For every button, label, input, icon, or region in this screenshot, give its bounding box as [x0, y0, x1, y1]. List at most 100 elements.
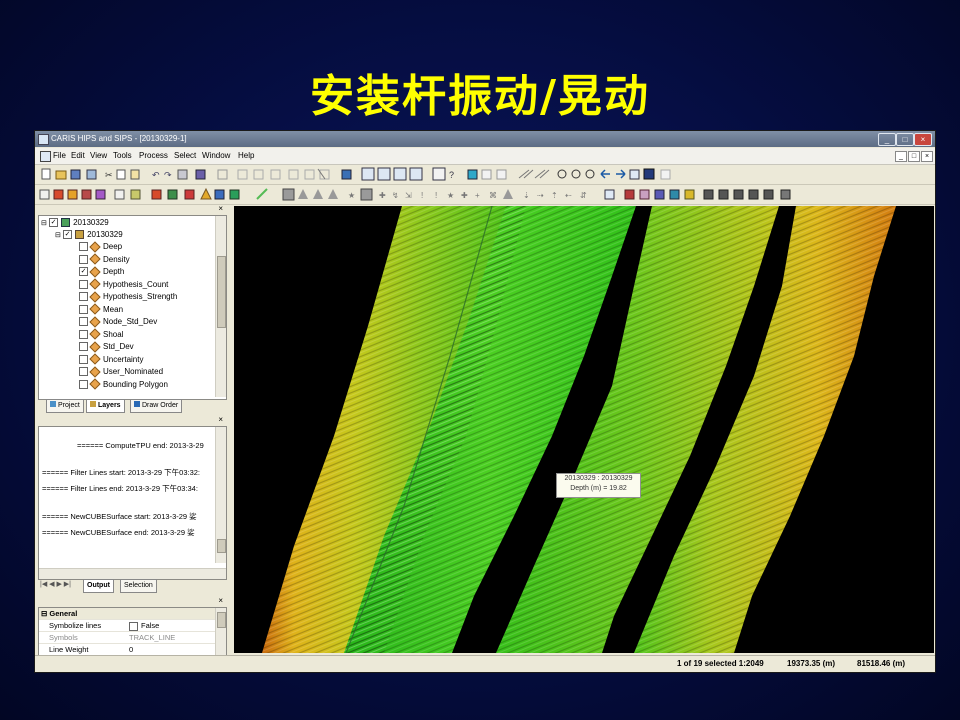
layer-item[interactable]: Mean — [79, 303, 124, 316]
svg-text:⇡: ⇡ — [551, 191, 558, 200]
layer-checkbox[interactable] — [79, 354, 88, 364]
maximize-button[interactable]: □ — [896, 133, 914, 146]
menu-tools[interactable]: Tools — [113, 151, 132, 160]
layer-label: Std_Dev — [103, 342, 134, 351]
layer-checkbox[interactable] — [79, 279, 88, 289]
output-line: ====== Filter Lines end: 2013-3-29 下午03:… — [42, 484, 198, 493]
layer-checkbox[interactable]: ✓ — [79, 267, 88, 277]
close-button[interactable]: × — [914, 133, 932, 146]
layers-tab-bar: Project Layers Draw Order — [38, 399, 225, 413]
layer-item[interactable]: Density — [79, 253, 130, 266]
svg-text:⇲: ⇲ — [405, 191, 412, 200]
slide-title: 安装杆振动/晃动 — [309, 71, 651, 122]
property-symbols: Symbols TRACK_LINE — [39, 632, 220, 644]
tab-selection[interactable]: Selection — [120, 579, 157, 593]
document-icon[interactable] — [40, 151, 51, 162]
svg-text:⇣: ⇣ — [523, 191, 530, 200]
layer-icon — [89, 253, 101, 266]
layer-item[interactable]: Node_Std_Dev — [79, 316, 157, 328]
output-scrollbar[interactable] — [215, 427, 226, 563]
menu-edit[interactable]: Edit — [71, 151, 85, 160]
processing-toolbar: ★ ✚ ↯ ⇲ ! ! ★ ✚ + ⌘ ⇣ ⇢ ⇡ ⇠ ⇵ — [35, 185, 935, 205]
minimize-button[interactable]: _ — [878, 133, 896, 146]
properties-panel-close-icon[interactable]: × — [218, 596, 223, 605]
svg-text:⇵: ⇵ — [580, 191, 587, 200]
layer-item[interactable]: Deep — [79, 241, 122, 253]
property-symbolize-lines[interactable]: Symbolize lines False — [39, 620, 220, 632]
layers-scroll-thumb[interactable] — [217, 256, 226, 328]
layers-panel: ⊟ ✓ 20130329 ⊟ ✓ 20130329 Deep Density ✓ Dept… — [38, 215, 227, 400]
layer-item[interactable]: Uncertainty — [79, 353, 143, 366]
menu-select[interactable]: Select — [174, 151, 196, 160]
layer-icon — [89, 291, 101, 303]
layer-checkbox[interactable] — [79, 292, 88, 302]
layer-item[interactable]: User_Nominated — [79, 366, 163, 378]
output-panel-close-icon[interactable]: × — [218, 415, 223, 424]
layer-label: Mean — [103, 304, 124, 314]
output-line: ====== Filter Lines start: 2013-3-29 下午0… — [42, 468, 201, 477]
layer-icon — [89, 378, 101, 391]
mdi-minimize-button[interactable]: _ — [895, 151, 907, 162]
svg-text:+: + — [475, 191, 480, 200]
layer-item[interactable]: Hypothesis_Strength — [79, 291, 177, 303]
tab-scroll-arrows[interactable]: |◀ ◀ ▶ ▶| — [40, 580, 71, 588]
properties-scrollbar[interactable] — [215, 608, 226, 655]
processing-toolbar-icons[interactable]: ★ ✚ ↯ ⇲ ! ! ★ ✚ + ⌘ ⇣ ⇢ ⇡ ⇠ ⇵ — [35, 185, 935, 204]
menu-file[interactable]: File — [53, 151, 66, 160]
layer-checkbox[interactable] — [79, 317, 88, 327]
layer-checkbox[interactable] — [79, 379, 88, 389]
tab-output[interactable]: Output — [83, 579, 114, 593]
layer-checkbox[interactable] — [79, 242, 88, 252]
output-line: ====== ComputeTPU end: 2013-3-29 — [77, 441, 204, 450]
svg-text:✂: ✂ — [105, 170, 113, 180]
layer-label: User_Nominated — [103, 367, 164, 376]
layer-checkbox[interactable] — [79, 304, 88, 314]
tree-root[interactable]: ⊟ ✓ 20130329 — [41, 217, 109, 229]
layer-item[interactable]: ✓ Depth — [79, 266, 124, 278]
standard-toolbar: ✂ ↶ ↷ ? — [35, 165, 935, 185]
svg-text:↯: ↯ — [392, 191, 399, 200]
mdi-restore-button[interactable]: □ — [908, 151, 920, 162]
output-line: ====== NewCUBESurface end: 2013-3-29 娑 — [42, 528, 195, 537]
status-selection: 1 of 19 selected 1:2049 — [677, 659, 764, 668]
layer-icon — [89, 303, 101, 316]
properties-section-general[interactable]: ⊟ General — [39, 608, 220, 620]
menu-view[interactable]: View — [90, 151, 107, 160]
layer-checkbox[interactable] — [79, 367, 88, 377]
menu-process[interactable]: Process — [139, 151, 168, 160]
layer-checkbox[interactable] — [79, 329, 88, 339]
tree-surface-group[interactable]: ⊟ ✓ 20130329 — [55, 229, 123, 241]
layer-icon — [89, 341, 101, 353]
layer-icon — [89, 366, 101, 378]
layer-item[interactable]: Std_Dev — [79, 341, 134, 353]
status-x-coordinate: 19373.35 (m) — [787, 659, 836, 668]
svg-text:✚: ✚ — [461, 191, 468, 200]
layer-checkbox[interactable] — [79, 342, 88, 352]
tab-project[interactable]: Project — [46, 399, 84, 413]
map-view[interactable]: 20130329 : 20130329 Depth (m) = 19.82 — [234, 206, 934, 653]
menu-help[interactable]: Help — [238, 151, 254, 160]
layer-item[interactable]: Hypothesis_Count — [79, 278, 168, 291]
standard-toolbar-icons[interactable]: ✂ ↶ ↷ ? — [35, 165, 935, 184]
layer-label: Depth — [103, 267, 125, 276]
output-scroll-thumb[interactable] — [217, 539, 226, 553]
layer-icon — [89, 353, 101, 366]
seabed-surface[interactable] — [234, 206, 934, 653]
mdi-close-button[interactable]: × — [921, 151, 933, 162]
properties-scroll-thumb[interactable] — [217, 612, 226, 628]
layer-label: Density — [103, 254, 130, 264]
layer-item[interactable]: Bounding Polygon — [79, 378, 168, 391]
layer-checkbox[interactable] — [79, 254, 88, 264]
menu-window[interactable]: Window — [202, 151, 230, 160]
tab-draw-order[interactable]: Draw Order — [130, 399, 183, 413]
application-window: CARIS HIPS and SIPS - [20130329-1] _ □ ×… — [34, 130, 936, 673]
svg-text:!: ! — [435, 191, 437, 200]
layers-scrollbar[interactable] — [215, 216, 226, 397]
output-hscrollbar[interactable] — [39, 568, 226, 579]
layer-item[interactable]: Shoal — [79, 328, 123, 341]
svg-text:⇢: ⇢ — [537, 191, 544, 200]
layers-panel-close-icon[interactable]: × — [218, 204, 223, 213]
output-line: ====== NewCUBESurface start: 2013-3-29 娑 — [42, 512, 197, 521]
output-panel: ====== ComputeTPU end: 2013-3-29 ====== … — [38, 426, 227, 580]
tab-layers[interactable]: Layers — [86, 399, 125, 413]
